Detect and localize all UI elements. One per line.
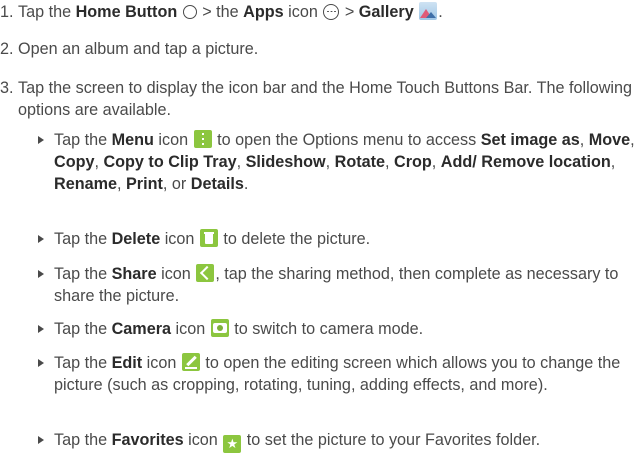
step-text: Tap the screen to display the icon bar a…	[18, 79, 632, 119]
bullet-text: Tap the Share icon , tap the sharing met…	[54, 264, 619, 305]
apps-label: Apps	[243, 3, 284, 21]
step-text: Tap the Home Button > the Apps icon > Ga…	[18, 2, 443, 21]
bullet-edit: Tap the Edit icon to open the editing sc…	[36, 352, 632, 418]
step-3: 3. Tap the screen to display the icon ba…	[0, 77, 632, 121]
gallery-label: Gallery	[358, 3, 414, 21]
step-1: 1. Tap the Home Button > the Apps icon >…	[0, 1, 632, 23]
bullet-text: Tap the Delete icon to delete the pictur…	[54, 229, 371, 248]
bullet-text: Tap the Menu icon to open the Options me…	[54, 130, 635, 193]
bullet-menu: Tap the Menu icon to open the Options me…	[36, 129, 635, 217]
step-2: 2. Open an album and tap a picture.	[0, 38, 632, 60]
home-button-label: Home Button	[75, 3, 178, 21]
step-number: 3.	[0, 79, 14, 97]
apps-icon	[323, 4, 340, 20]
bullet-share: Tap the Share icon , tap the sharing met…	[36, 263, 632, 307]
bullet-favorites: Tap the Favorites icon ★ to set the pict…	[36, 429, 632, 453]
gallery-icon	[419, 2, 438, 20]
camera-icon	[210, 319, 229, 337]
bullet-text: Tap the Edit icon to open the editing sc…	[54, 353, 621, 394]
home-button-icon	[182, 5, 197, 19]
step-text: Open an album and tap a picture.	[18, 40, 259, 58]
bullet-text: Tap the Camera icon to switch to camera …	[54, 319, 424, 338]
edit-icon	[181, 353, 200, 371]
bullet-text: Tap the Favorites icon ★ to set the pict…	[54, 431, 541, 453]
step-number: 2.	[0, 40, 14, 58]
favorites-icon: ★	[223, 435, 242, 453]
bullet-delete: Tap the Delete icon to delete the pictur…	[36, 228, 632, 250]
delete-icon	[199, 229, 218, 247]
step-number: 1.	[0, 3, 14, 21]
share-icon	[196, 264, 215, 282]
menu-icon	[193, 130, 212, 148]
bullet-camera: Tap the Camera icon to switch to camera …	[36, 318, 632, 340]
